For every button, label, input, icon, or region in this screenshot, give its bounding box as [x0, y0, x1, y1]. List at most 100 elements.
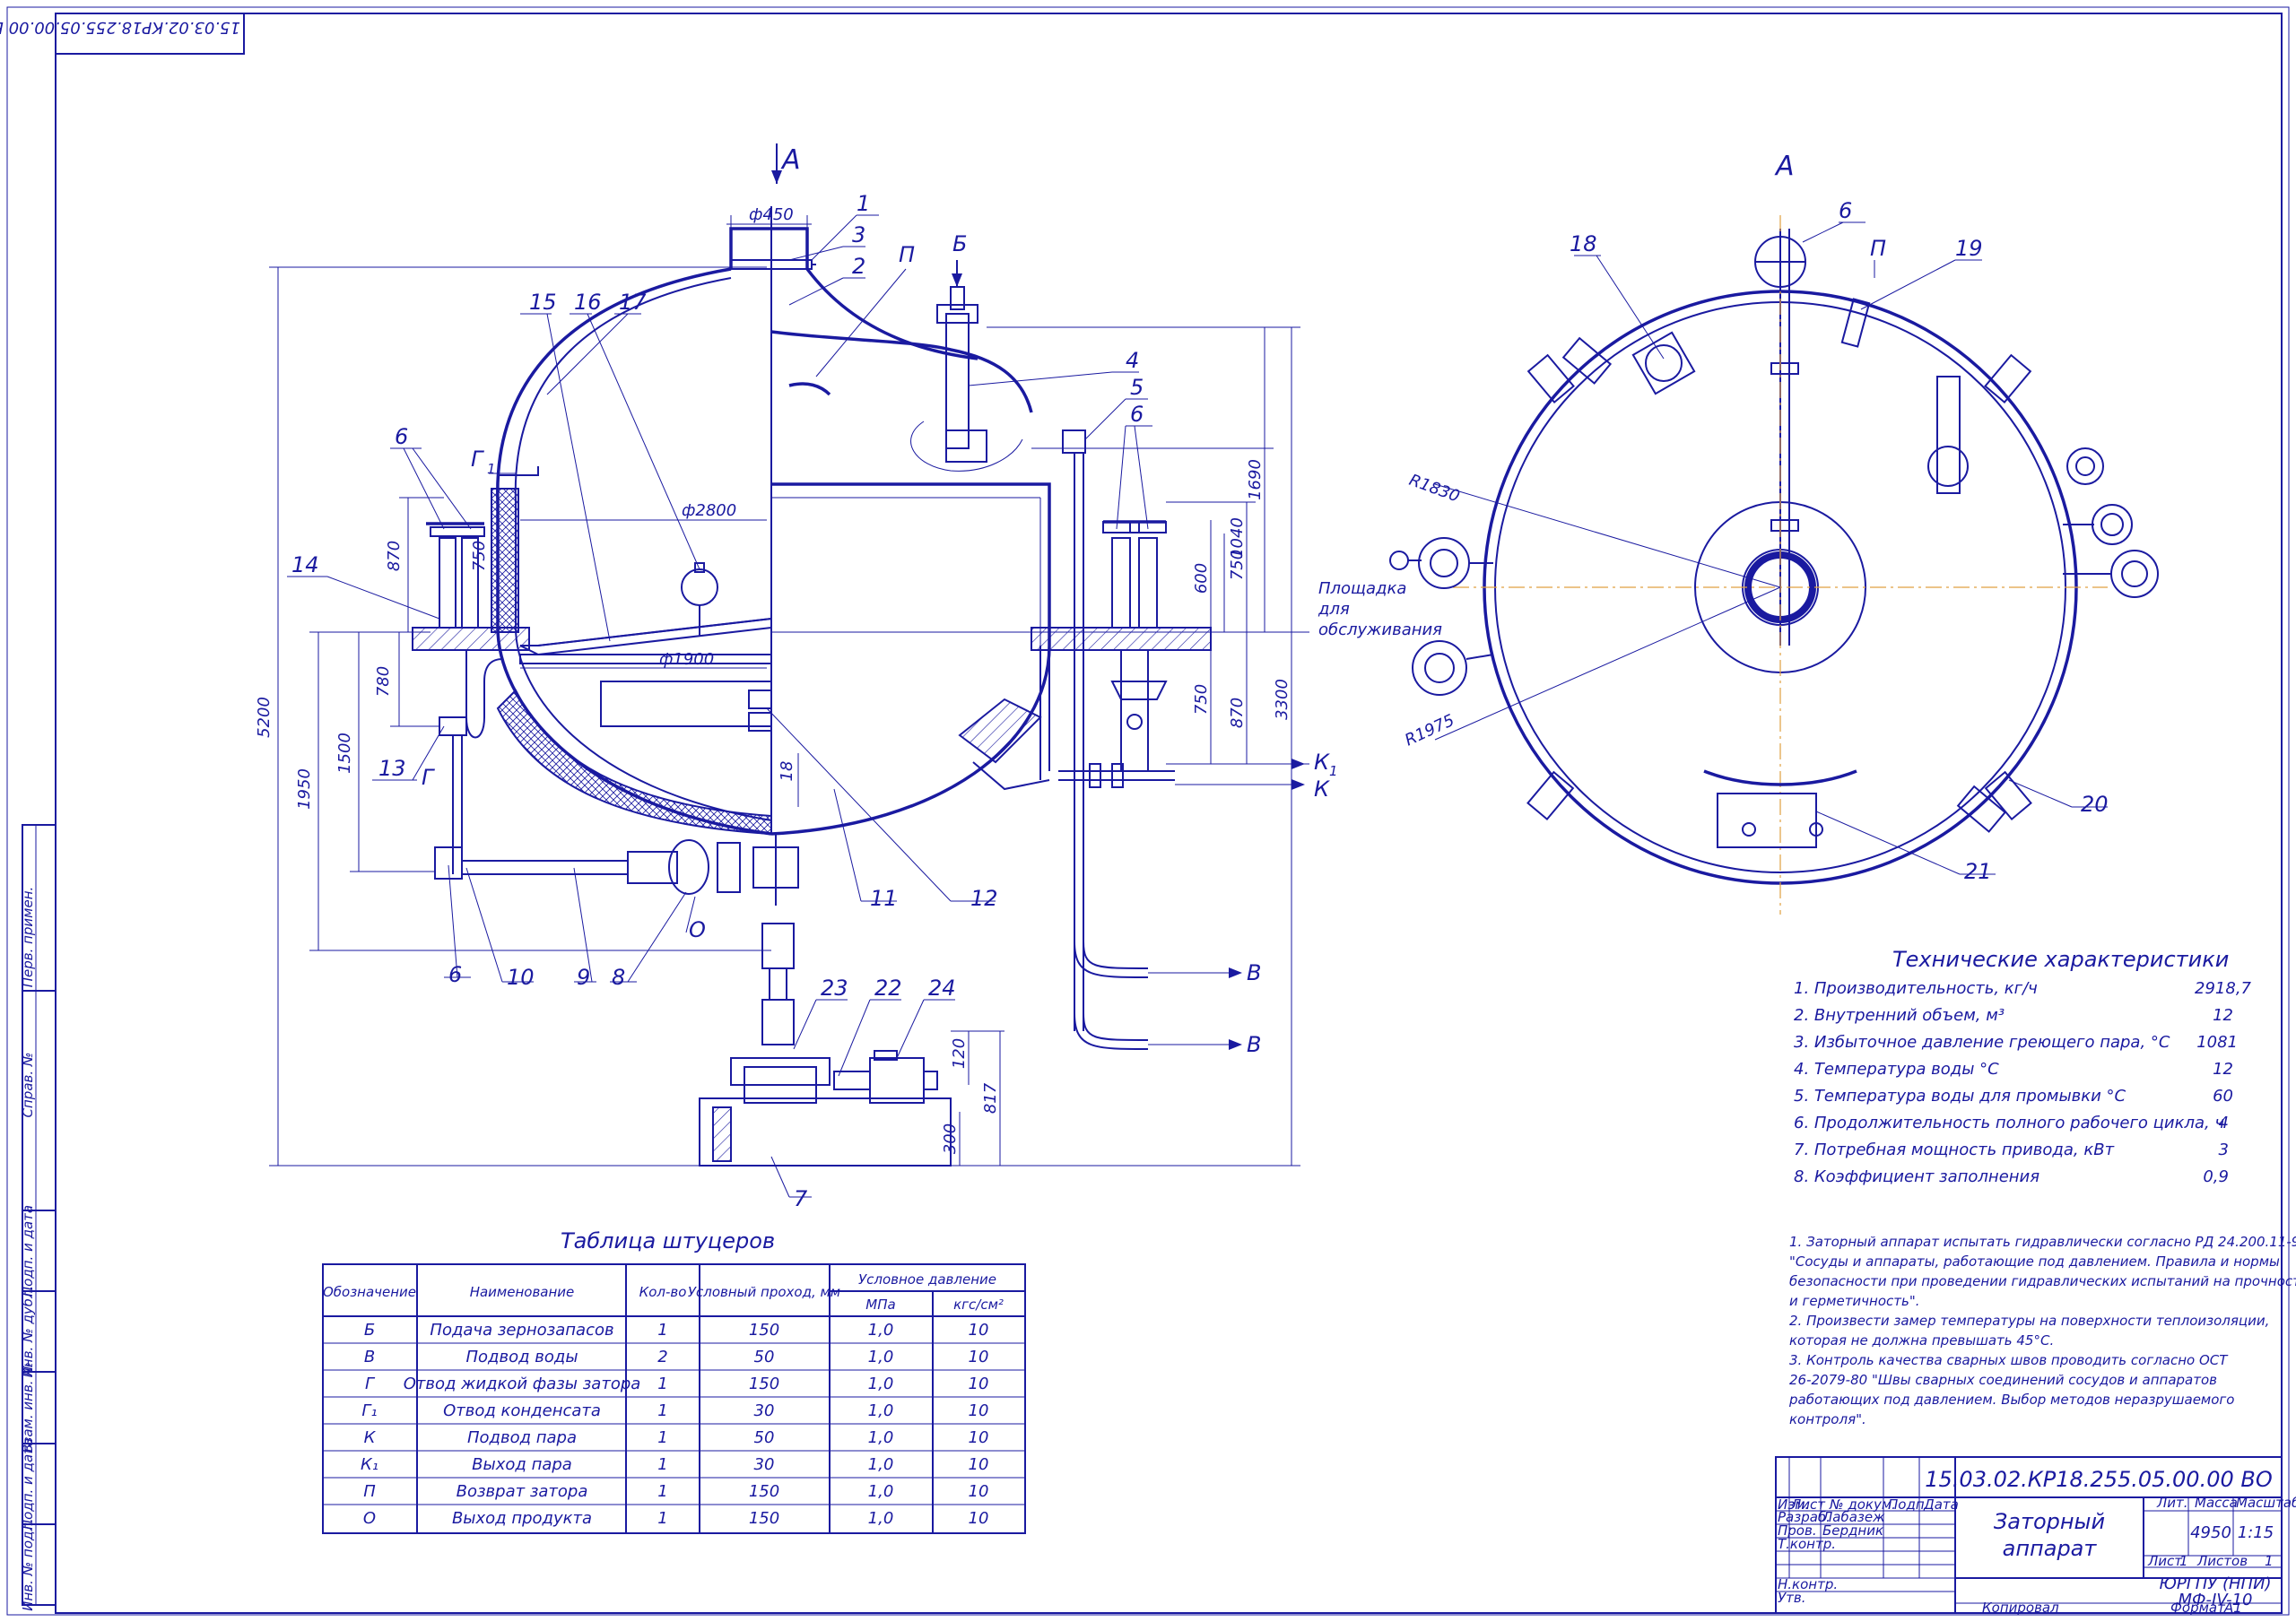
fitting-dn: 30 — [754, 1455, 775, 1474]
fitting-dn: 50 — [754, 1428, 775, 1447]
dim-750-right-2: 750 — [1192, 684, 1211, 715]
side-stamp-3: Подп. и дата — [20, 1205, 36, 1297]
tech-row-5-label: 5. Температура воды для промывки °С — [1794, 1087, 2126, 1106]
callout-24: 24 — [928, 976, 956, 1001]
fitting-dn: 150 — [749, 1321, 779, 1340]
fitting-name: Подвод воды — [465, 1348, 578, 1366]
platform-label-1: Площадка — [1318, 579, 1406, 598]
heating-coil — [600, 681, 772, 727]
fitting-designation: О — [363, 1509, 376, 1528]
fitting-mpa: 1,0 — [868, 1401, 894, 1420]
main-section-view: А 5200 1950 1500 780 870 750 ф450 ф2800 … — [255, 143, 1442, 1211]
tech-row-3-value: 1081 — [2196, 1033, 2238, 1052]
tech-row-6-label: 6. Продолжительность полного рабочего ци… — [1794, 1114, 2224, 1132]
dim-d1900: ф1900 — [659, 650, 714, 669]
tech-row-7-label: 7. Потребная мощность привода, кВт — [1794, 1141, 2115, 1159]
callout-10: 10 — [507, 965, 535, 990]
dim-300: 300 — [941, 1123, 960, 1154]
callout-6-viewa: 6 — [1839, 198, 1852, 223]
dim-870-left: 870 — [385, 541, 404, 571]
left-platform — [412, 627, 530, 651]
callout-20: 20 — [2081, 792, 2109, 817]
callout-12: 12 — [970, 886, 998, 911]
fitting-kgf: 10 — [969, 1375, 989, 1393]
titleblock-name-1: Заторный — [1994, 1509, 2105, 1534]
titleblock-scale-value: 1:15 — [2238, 1523, 2274, 1542]
dim-d2800: ф2800 — [682, 501, 736, 520]
callout-1: 1 — [857, 191, 870, 216]
fitting-kgf: 10 — [969, 1509, 989, 1528]
fitting-name: Выход продукта — [452, 1509, 592, 1528]
callout-15: 15 — [529, 290, 557, 315]
note-line-5: 2. Произвести замер температуры на повер… — [1789, 1313, 2269, 1329]
callout-5: 5 — [1130, 375, 1144, 400]
nozzle-label-g1: Г — [471, 447, 484, 472]
fitting-mpa: 1,0 — [868, 1375, 894, 1393]
dim-r1830: R1830 — [1406, 471, 1462, 507]
dim-870-right: 870 — [1228, 698, 1247, 728]
fitting-kgf: 10 — [969, 1401, 989, 1420]
tb-copied: Копировал — [1982, 1600, 2059, 1616]
fitting-name: Подвод пара — [467, 1428, 577, 1447]
callout-6-left: 6 — [395, 424, 408, 449]
dim-817: 817 — [981, 1082, 1000, 1114]
nozzle-label-k1: К — [1314, 750, 1330, 775]
tech-row-1-value: 2918,7 — [2195, 979, 2252, 998]
note-line-4: и герметичность". — [1789, 1293, 1920, 1309]
fitting-name: Возврат затора — [457, 1482, 588, 1501]
tech-row-2-value: 12 — [2213, 1006, 2233, 1025]
fitting-dn: 50 — [754, 1348, 775, 1366]
callout-7: 7 — [794, 1186, 808, 1211]
dim-5200: 5200 — [255, 697, 274, 738]
fitting-name: Отвод конденсата — [443, 1401, 601, 1420]
tech-row-8-label: 8. Коэффициент заполнения — [1794, 1167, 2039, 1186]
note-line-8: 26-2079-80 "Швы сварных соединений сосуд… — [1789, 1372, 2217, 1388]
tech-row-7-value: 3 — [2219, 1141, 2229, 1159]
fitting-dn: 30 — [754, 1401, 775, 1420]
fittings-header-pressure: Условное давление — [858, 1271, 996, 1288]
nozzle-18 — [1645, 344, 1683, 382]
fitting-qty: 1 — [657, 1375, 667, 1393]
fitting-name: Отвод жидкой фазы затора — [404, 1375, 641, 1393]
nozzle-label-k: К — [1314, 776, 1330, 802]
right-platform — [1031, 627, 1212, 651]
fitting-dn: 150 — [749, 1482, 779, 1501]
titleblock-name-2: аппарат — [2003, 1536, 2098, 1561]
side-stamp-6: Подп. и дата — [20, 1438, 36, 1530]
note-line-10: контроля". — [1789, 1411, 1866, 1427]
fitting-qty: 1 — [657, 1509, 667, 1528]
tech-characteristics: Технические характеристики 1. Производит… — [1794, 947, 2252, 1186]
note-line-2: "Сосуды и аппараты, работающие под давле… — [1789, 1253, 2280, 1270]
tech-title: Технические характеристики — [1892, 947, 2229, 972]
insulation-left — [491, 488, 519, 633]
note-line-9: работающих под давлением. Выбор методов … — [1788, 1392, 2235, 1408]
fitting-designation: К₁ — [361, 1455, 378, 1474]
fitting-qty: 2 — [657, 1348, 667, 1366]
fitting-qty: 1 — [657, 1428, 667, 1447]
fitting-name: Выход пара — [472, 1455, 572, 1474]
titleblock-code: 15.03.02.КР18.255.05.00.00 ВО — [1925, 1467, 2272, 1492]
fitting-designation: Б — [364, 1321, 375, 1340]
fittings-header-name: Наименование — [470, 1284, 575, 1300]
callout-2: 2 — [852, 254, 865, 279]
titleblock-sheets-n: 1 — [2265, 1553, 2274, 1569]
title-block: 15.03.02.КР18.255.05.00.00 ВО Заторный а… — [1775, 1456, 2296, 1616]
fittings-header-designation: Обозначение — [323, 1284, 416, 1300]
callout-8: 8 — [612, 965, 625, 990]
callout-16: 16 — [574, 290, 602, 315]
fitting-mpa: 1,0 — [868, 1348, 894, 1366]
electric-motor — [869, 1057, 925, 1104]
dim-d450: ф450 — [749, 205, 794, 224]
tech-row-6-value: 4 — [2219, 1114, 2229, 1132]
fitting-mpa: 1,0 — [868, 1509, 894, 1528]
dim-750-left: 750 — [470, 541, 489, 571]
note-line-1: 1. Заторный аппарат испытать гидравличес… — [1789, 1234, 2296, 1250]
note-line-7: 3. Контроль качества сварных швов провод… — [1789, 1352, 2229, 1368]
callout-18: 18 — [1570, 231, 1597, 256]
dim-780: 780 — [374, 666, 393, 697]
callout-13: 13 — [378, 756, 406, 781]
nozzle-label-g: Г — [422, 765, 435, 790]
nozzle-label-k1-sub: 1 — [1329, 763, 1338, 779]
titleblock-lit: Лит. — [2156, 1495, 2188, 1511]
tech-row-2-label: 2. Внутренний объем, м³ — [1794, 1006, 2005, 1025]
